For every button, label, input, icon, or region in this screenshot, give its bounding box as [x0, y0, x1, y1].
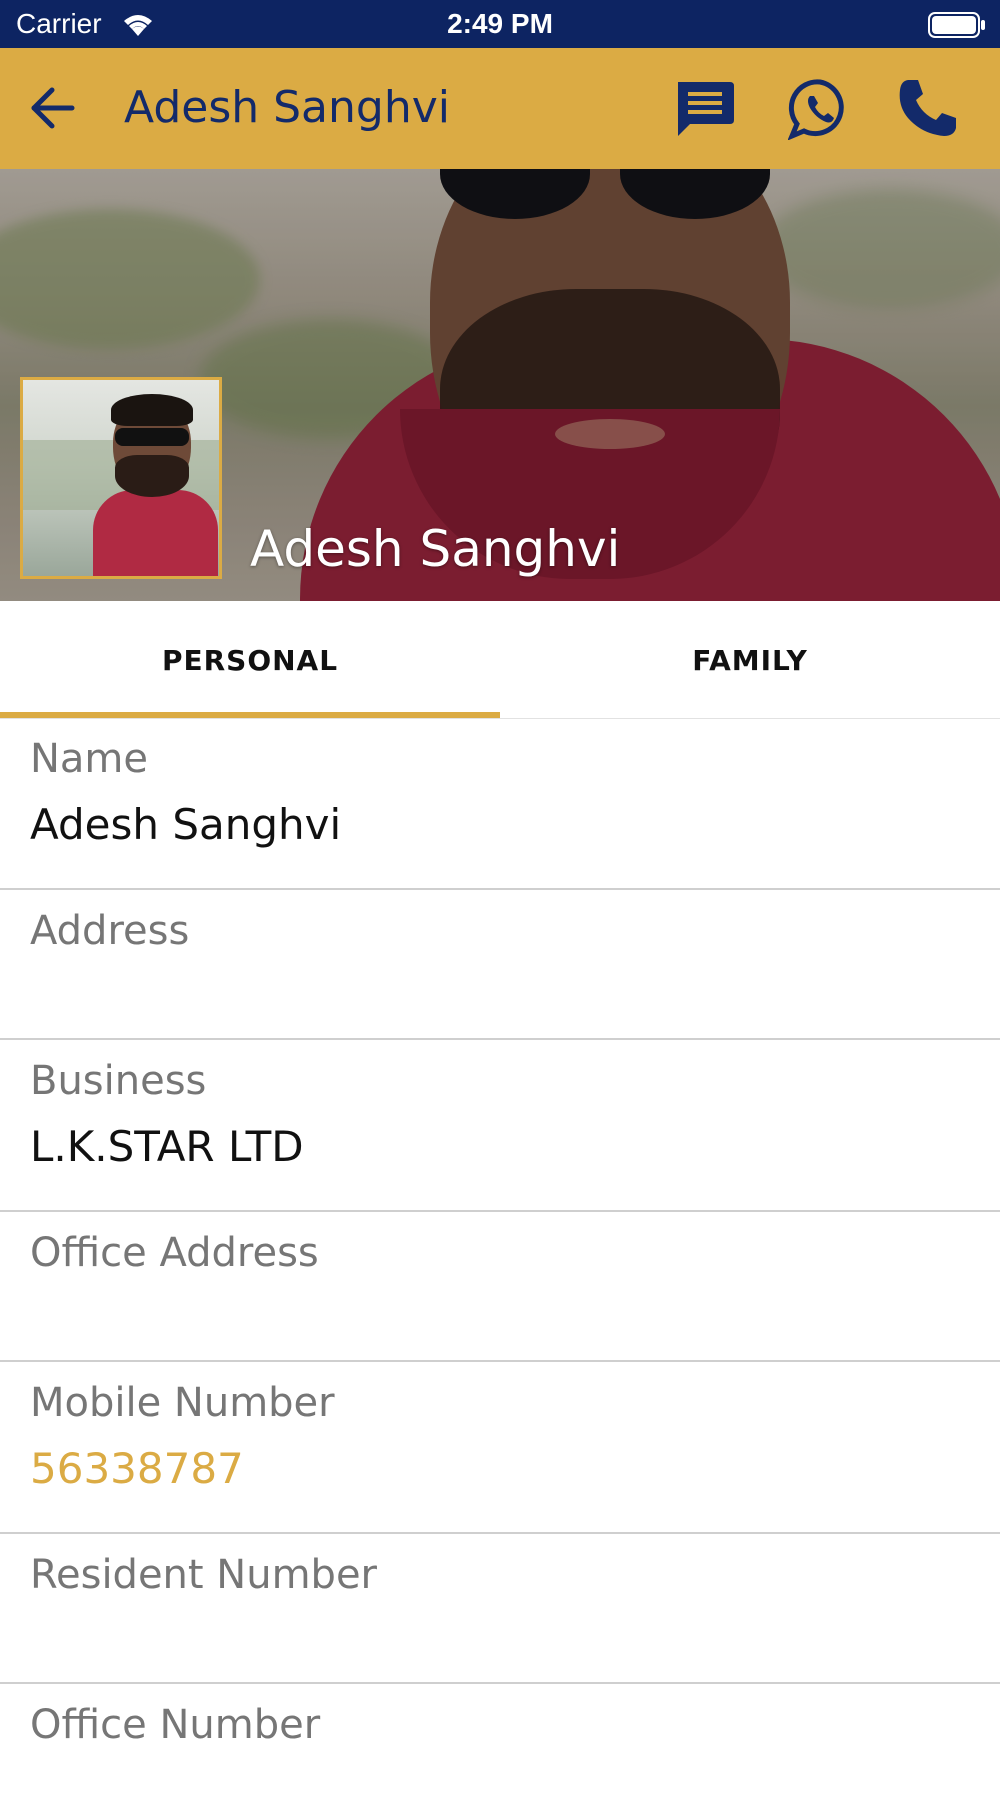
office-address-label: Office Address	[30, 1230, 319, 1276]
resident-number-label: Resident Number	[30, 1552, 377, 1598]
mobile-number-label: Mobile Number	[30, 1380, 335, 1426]
office-address-field: Office Address	[0, 1212, 1000, 1362]
page-title: Adesh Sanghvi	[124, 82, 450, 133]
back-icon[interactable]	[28, 86, 76, 134]
tab-personal[interactable]: PERSONAL	[0, 601, 500, 718]
business-value: L.K.STAR LTD	[30, 1122, 304, 1171]
profile-name: Adesh Sanghvi	[250, 520, 621, 578]
status-time: 2:49 PM	[447, 8, 553, 39]
message-icon[interactable]	[672, 78, 736, 144]
office-number-label: Office Number	[30, 1702, 321, 1748]
tab-family[interactable]: FAMILY	[500, 601, 1000, 718]
name-value: Adesh Sanghvi	[30, 800, 342, 849]
app-bar: Adesh Sanghvi	[0, 48, 1000, 169]
phone-icon[interactable]	[896, 78, 958, 144]
mobile-number-link[interactable]: 56338787	[30, 1444, 244, 1493]
business-label: Business	[30, 1058, 207, 1104]
name-field: Name Adesh Sanghvi	[0, 718, 1000, 890]
business-field: Business L.K.STAR LTD	[0, 1040, 1000, 1212]
mobile-number-field: Mobile Number 56338787	[0, 1362, 1000, 1534]
address-field: Address	[0, 890, 1000, 1040]
name-label: Name	[30, 736, 149, 782]
office-number-field: Office Number	[0, 1684, 1000, 1804]
resident-number-field: Resident Number	[0, 1534, 1000, 1684]
status-bar: Carrier 2:49 PM	[0, 0, 1000, 48]
avatar[interactable]	[20, 377, 222, 579]
battery-icon	[928, 12, 986, 43]
tab-bar: PERSONAL FAMILY	[0, 601, 1000, 719]
whatsapp-icon[interactable]	[787, 78, 852, 144]
address-label: Address	[30, 908, 190, 954]
